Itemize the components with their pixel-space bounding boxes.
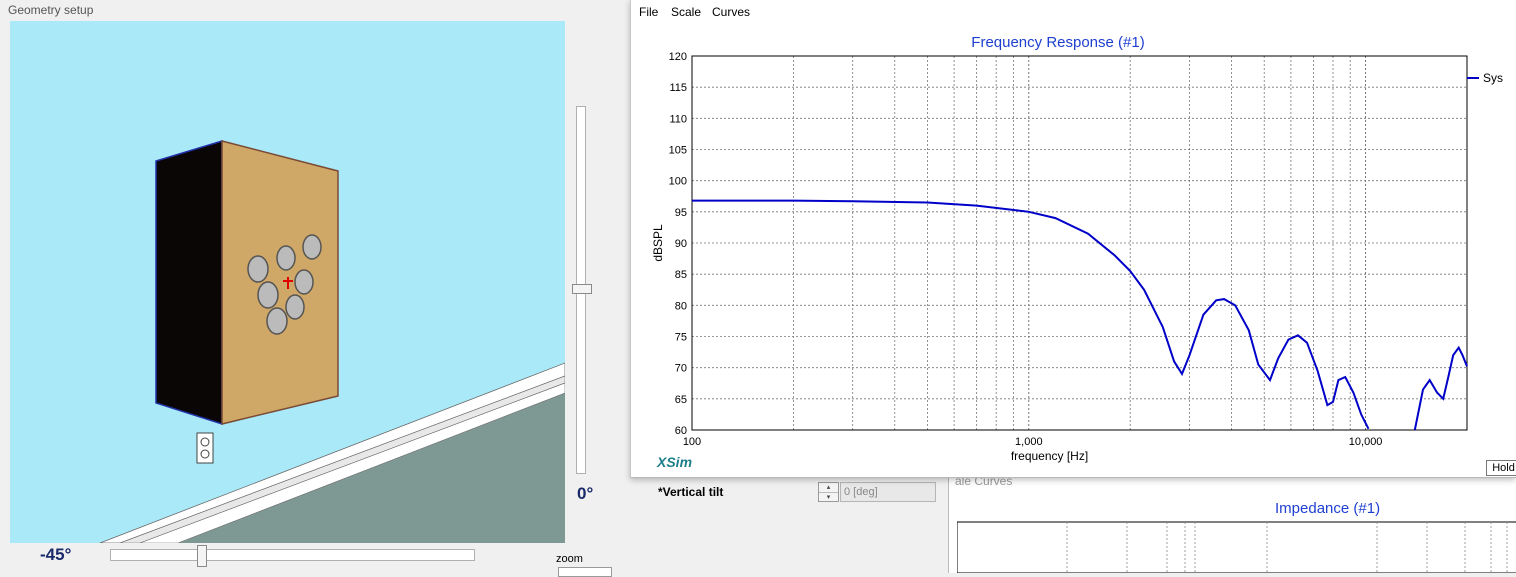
vertical-tilt-label: *Vertical tilt <box>658 485 724 499</box>
y-tick-label: 90 <box>675 238 687 250</box>
y-tick-label: 65 <box>675 394 687 406</box>
y-tick-label: 75 <box>675 332 687 344</box>
series-line-1 <box>692 199 1370 430</box>
geometry-setup-window: Geometry setup 0° -45° zoom <box>0 0 632 577</box>
window-title: Geometry setup <box>8 3 94 17</box>
legend-label: Sys <box>1483 71 1503 85</box>
driver-7 <box>266 307 288 335</box>
x-axis: 100 1,000 10,000 <box>683 436 1383 448</box>
menu-bar: File Scale Curves <box>631 0 1516 24</box>
driver-4 <box>294 269 314 295</box>
y-axis: 6065707580859095100105110115120 <box>669 51 687 437</box>
zoom-label: zoom <box>556 553 583 565</box>
frequency-response-chart: Frequency Response (#1) 6065707580859095… <box>651 34 1503 470</box>
impedance-plot <box>957 521 1516 573</box>
horizontal-angle-slider[interactable] <box>110 549 475 561</box>
frequency-response-window: File Scale Curves Frequency Response (#1… <box>630 0 1516 478</box>
driver-1 <box>302 234 322 260</box>
grid <box>692 56 1467 430</box>
driver-2 <box>276 245 296 271</box>
menu-file[interactable]: File <box>639 5 658 19</box>
horizontal-slider-thumb[interactable] <box>197 545 207 567</box>
vertical-tilt-input[interactable]: 0 [deg] <box>840 482 936 502</box>
y-tick-label: 110 <box>669 113 687 125</box>
x-tick-label: 100 <box>683 436 701 448</box>
tilt-panel: *Vertical tilt ▴ ▾ 0 [deg] <box>638 478 948 573</box>
hold-button[interactable]: Hold <box>1486 460 1516 476</box>
zoom-control[interactable] <box>558 567 612 577</box>
menu-curves[interactable]: Curves <box>712 5 750 19</box>
y-tick-label: 100 <box>669 176 687 188</box>
series <box>692 199 1468 431</box>
y-tick-label: 105 <box>669 145 687 157</box>
vertical-slider-thumb[interactable] <box>572 284 592 294</box>
y-tick-label: 85 <box>675 269 687 281</box>
y-tick-label: 120 <box>669 51 687 63</box>
y-tick-label: 115 <box>669 82 687 94</box>
y-tick-label: 95 <box>675 207 687 219</box>
driver-5 <box>257 281 279 309</box>
menu-scale[interactable]: Scale <box>671 5 701 19</box>
horizontal-angle-value: -45° <box>40 545 72 564</box>
series-line-2 <box>1413 345 1468 431</box>
x-axis-label: frequency [Hz] <box>1011 449 1088 463</box>
vertical-angle-value: 0° <box>577 484 594 503</box>
wall-outlet <box>196 432 214 464</box>
vertical-tilt-spinner[interactable]: ▴ ▾ <box>818 482 839 502</box>
x-tick-label: 1,000 <box>1015 436 1043 448</box>
y-tick-label: 80 <box>675 300 687 312</box>
geometry-viewport[interactable] <box>10 21 565 543</box>
spin-down-icon[interactable]: ▾ <box>819 492 838 502</box>
chart-title: Frequency Response (#1) <box>971 34 1144 51</box>
impedance-window: ale Curves Impedance (#1) <box>948 474 1516 573</box>
spin-up-icon[interactable]: ▴ <box>819 483 838 492</box>
xsim-brand: XSim <box>656 454 692 470</box>
driver-6 <box>285 294 305 320</box>
legend[interactable]: Sys <box>1467 71 1503 85</box>
cabinet-baffle <box>221 140 339 425</box>
y-tick-label: 70 <box>675 363 687 375</box>
impedance-title: Impedance (#1) <box>1275 500 1381 517</box>
y-axis-label: dBSPL <box>651 224 665 262</box>
driver-3 <box>247 255 269 283</box>
cabinet-side <box>155 139 223 426</box>
x-tick-label: 10,000 <box>1349 436 1383 448</box>
